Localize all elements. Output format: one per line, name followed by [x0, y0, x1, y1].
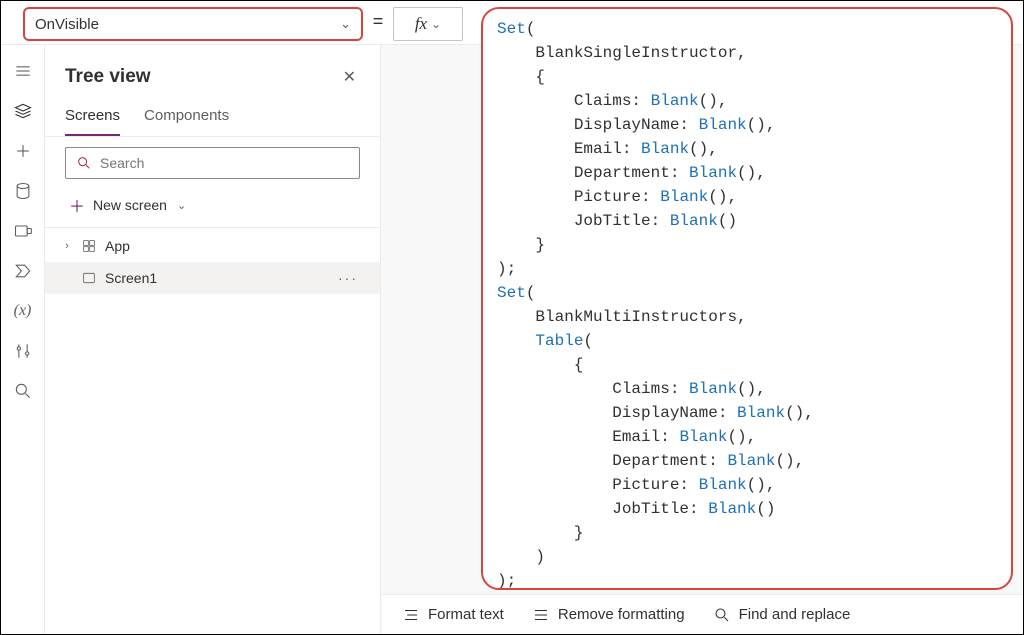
tree-tabs: Screens Components [45, 99, 380, 137]
data-button[interactable] [3, 173, 43, 209]
tree-item-label: App [105, 238, 130, 254]
tree-items: › App Screen1 ··· [45, 228, 380, 294]
chevron-down-icon: ⌄ [340, 16, 351, 32]
tab-screens[interactable]: Screens [65, 99, 120, 136]
power-automate-button[interactable] [3, 253, 43, 289]
more-icon[interactable]: ··· [338, 270, 364, 286]
tree-search[interactable] [65, 147, 360, 179]
chevron-down-icon: ⌄ [177, 199, 186, 212]
format-text-button[interactable]: Format text [402, 606, 504, 624]
variable-icon: (x) [14, 302, 32, 320]
new-screen-button[interactable]: ＋ New screen ⌄ [45, 183, 380, 228]
find-replace-button[interactable]: Find and replace [713, 606, 851, 624]
tree-view-button[interactable] [3, 93, 43, 129]
app-icon [81, 238, 97, 254]
remove-formatting-label: Remove formatting [558, 606, 685, 623]
formula-code[interactable]: Set( BlankSingleInstructor, { Claims: Bl… [497, 17, 991, 590]
insert-button[interactable] [3, 133, 43, 169]
equals-sign: = [363, 1, 393, 32]
remove-format-icon [532, 606, 550, 624]
chevron-right-icon: › [61, 240, 73, 252]
format-text-label: Format text [428, 606, 504, 623]
close-icon[interactable]: ✕ [339, 63, 360, 91]
search-icon [76, 155, 92, 171]
formula-bottom-bar: Format text Remove formatting Find and r… [382, 594, 1023, 634]
fx-label: fx [415, 14, 427, 34]
tree-view-panel: Tree view ✕ Screens Components ＋ New scr… [45, 45, 381, 634]
chevron-down-icon: ⌄ [431, 17, 441, 32]
advanced-tools-button[interactable] [3, 333, 43, 369]
format-icon [402, 606, 420, 624]
tree-title: Tree view [65, 66, 151, 88]
search-icon [713, 606, 731, 624]
new-screen-label: New screen [93, 197, 167, 213]
property-selector[interactable]: OnVisible ⌄ [23, 7, 363, 41]
variables-button[interactable]: (x) [3, 293, 43, 329]
search-input[interactable] [100, 155, 349, 171]
remove-formatting-button[interactable]: Remove formatting [532, 606, 685, 624]
left-rail: (x) [1, 45, 45, 634]
formula-editor[interactable]: Set( BlankSingleInstructor, { Claims: Bl… [481, 7, 1013, 590]
search-rail-button[interactable] [3, 373, 43, 409]
tree-item-label: Screen1 [105, 270, 157, 286]
property-selector-value: OnVisible [35, 16, 99, 33]
tree-item-app[interactable]: › App [45, 230, 380, 262]
media-button[interactable] [3, 213, 43, 249]
hamburger-button[interactable] [3, 53, 43, 89]
find-replace-label: Find and replace [739, 606, 851, 623]
plus-icon: ＋ [69, 193, 85, 217]
tab-components[interactable]: Components [144, 99, 229, 136]
tree-header: Tree view ✕ [45, 45, 380, 99]
fx-button[interactable]: fx ⌄ [393, 7, 463, 41]
screen-icon [81, 270, 97, 286]
tree-item-screen1[interactable]: Screen1 ··· [45, 262, 380, 294]
